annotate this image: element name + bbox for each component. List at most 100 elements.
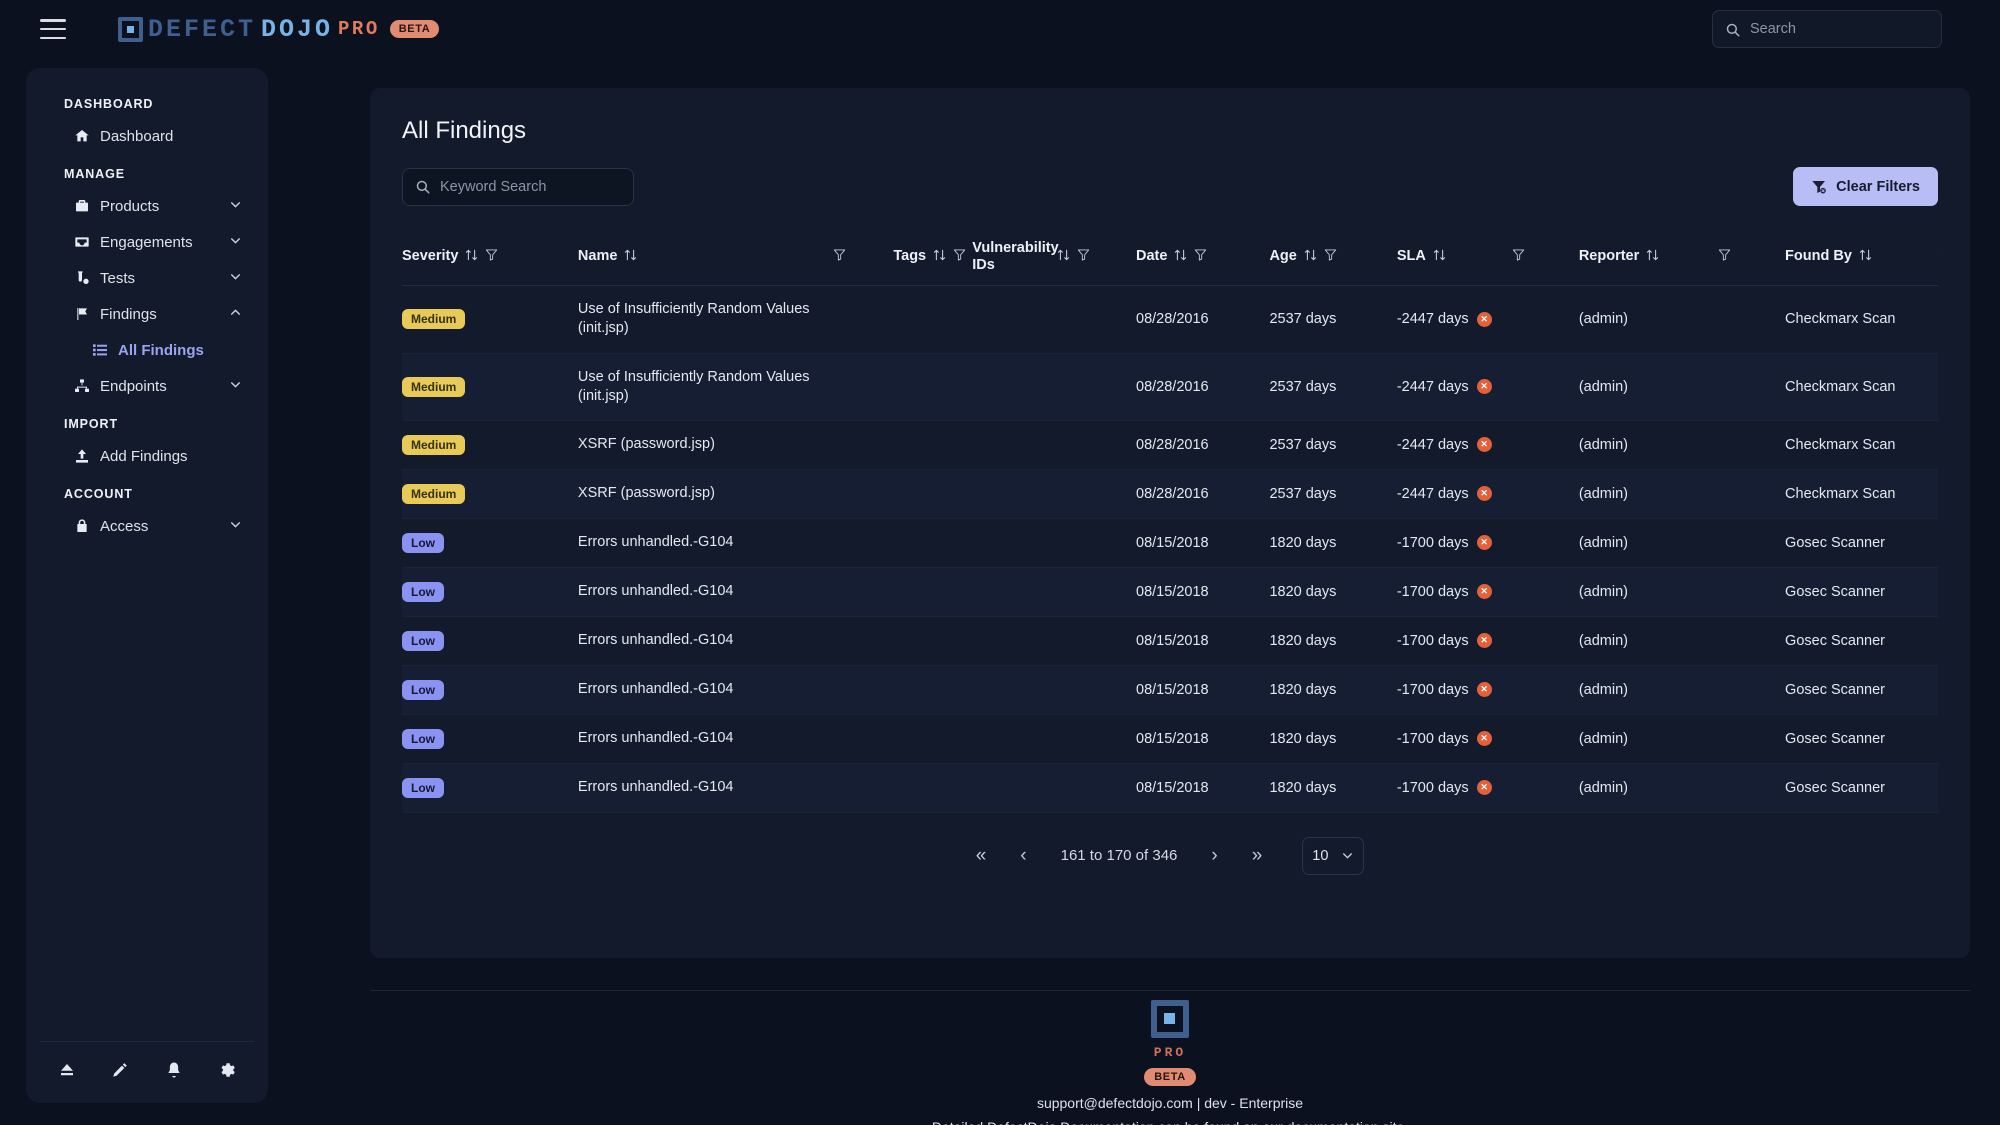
sidebar-item-endpoints[interactable]: Endpoints xyxy=(26,368,268,404)
column-header-sla-filter[interactable] xyxy=(1512,228,1579,286)
filter-icon[interactable] xyxy=(1512,248,1525,265)
filter-icon[interactable] xyxy=(1077,248,1090,265)
sort-icon[interactable] xyxy=(1174,248,1187,266)
column-header-date[interactable]: Date xyxy=(1136,228,1269,286)
column-header-found-by[interactable]: Found By xyxy=(1785,228,1937,286)
gear-icon[interactable] xyxy=(218,1061,236,1084)
sidebar-item-all-findings[interactable]: All Findings xyxy=(26,332,268,368)
cell-name[interactable]: Errors unhandled.-G104 xyxy=(578,714,833,763)
column-label: Severity xyxy=(402,248,458,265)
table-row[interactable]: MediumXSRF (password.jsp)08/28/20162537 … xyxy=(402,420,1938,469)
sort-icon[interactable] xyxy=(1304,248,1317,266)
column-header-name[interactable]: Name xyxy=(578,228,833,286)
sidebar-item-label: Findings xyxy=(100,306,157,323)
table-row[interactable]: MediumXSRF (password.jsp)08/28/20162537 … xyxy=(402,469,1938,518)
sort-icon[interactable] xyxy=(1057,248,1070,266)
keyword-search-input[interactable]: Keyword Search xyxy=(402,168,634,206)
cell-tags xyxy=(893,518,972,567)
column-header-reporter-filter[interactable] xyxy=(1718,228,1785,286)
cell-name[interactable]: Use of Insufficiently Random Values (ini… xyxy=(578,286,833,353)
sidebar-item-dashboard[interactable]: Dashboard xyxy=(26,118,268,154)
lock-icon xyxy=(74,518,96,534)
filter-icon[interactable] xyxy=(953,248,966,265)
cell-vulnerability-ids xyxy=(972,763,1136,812)
cell-age: 1820 days xyxy=(1269,763,1396,812)
cell-name[interactable]: XSRF (password.jsp) xyxy=(578,420,833,469)
column-header-reporter[interactable]: Reporter xyxy=(1579,228,1719,286)
table-row[interactable]: LowErrors unhandled.-G10408/15/20181820 … xyxy=(402,567,1938,616)
sort-icon[interactable] xyxy=(1433,248,1446,266)
cell-sla: -2447 days✕ xyxy=(1397,420,1579,469)
chevron-down-icon[interactable] xyxy=(229,518,242,534)
bell-icon[interactable] xyxy=(165,1061,183,1084)
severity-badge: Low xyxy=(402,631,444,651)
pagination-last-button[interactable]: » xyxy=(1252,846,1263,865)
cell-name[interactable]: Errors unhandled.-G104 xyxy=(578,567,833,616)
sidebar-item-findings[interactable]: Findings xyxy=(26,296,268,332)
column-header-age[interactable]: Age xyxy=(1269,228,1396,286)
sort-icon[interactable] xyxy=(624,248,637,266)
chevron-down-icon[interactable] xyxy=(229,234,242,250)
global-search-input[interactable]: Search xyxy=(1712,10,1942,48)
filter-icon[interactable] xyxy=(1324,248,1337,265)
sidebar-item-access[interactable]: Access xyxy=(26,508,268,544)
pagination-next-button[interactable]: › xyxy=(1211,846,1217,865)
page-size-select[interactable]: 10 xyxy=(1302,837,1364,875)
column-header-sla[interactable]: SLA xyxy=(1397,228,1512,286)
cell-name[interactable]: XSRF (password.jsp) xyxy=(578,469,833,518)
cell-found-by: Gosec Scanner xyxy=(1785,714,1938,763)
sidebar-item-label: Add Findings xyxy=(100,448,188,465)
column-header-tags[interactable]: Tags xyxy=(893,228,972,286)
table-row[interactable]: LowErrors unhandled.-G10408/15/20181820 … xyxy=(402,616,1938,665)
table-row[interactable]: LowErrors unhandled.-G10408/15/20181820 … xyxy=(402,518,1938,567)
clear-filters-button[interactable]: Clear Filters xyxy=(1793,167,1938,206)
pencil-icon[interactable] xyxy=(111,1061,129,1084)
inbox-icon xyxy=(74,234,96,250)
sort-icon[interactable] xyxy=(1859,248,1872,266)
sort-icon[interactable] xyxy=(933,248,946,266)
table-row[interactable]: MediumUse of Insufficiently Random Value… xyxy=(402,353,1938,420)
column-header-severity[interactable]: Severity xyxy=(402,228,578,286)
sidebar-item-add-findings[interactable]: Add Findings xyxy=(26,438,268,474)
chevron-down-icon[interactable] xyxy=(229,378,242,394)
column-header-found-by-filter[interactable] xyxy=(1937,228,1938,286)
cell-age: 1820 days xyxy=(1269,616,1396,665)
cell-sla: -1700 days✕ xyxy=(1397,616,1579,665)
home-icon xyxy=(74,128,96,144)
sidebar-item-engagements[interactable]: Engagements xyxy=(26,224,268,260)
cell-name[interactable]: Errors unhandled.-G104 xyxy=(578,763,833,812)
pagination-first-button[interactable]: « xyxy=(976,846,987,865)
cell-tags xyxy=(893,420,972,469)
filter-icon[interactable] xyxy=(1194,248,1207,265)
filter-icon[interactable] xyxy=(1718,248,1731,265)
cell-name[interactable]: Errors unhandled.-G104 xyxy=(578,665,833,714)
cell-name-spacer xyxy=(833,286,894,353)
table-row[interactable]: LowErrors unhandled.-G10408/15/20181820 … xyxy=(402,714,1938,763)
findings-panel: All Findings Keyword Search Clear Filter… xyxy=(370,88,1970,958)
column-header-vulnerability-ids[interactable]: Vulnerability IDs xyxy=(972,228,1136,286)
table-row[interactable]: MediumUse of Insufficiently Random Value… xyxy=(402,286,1938,353)
chevron-down-icon[interactable] xyxy=(229,270,242,286)
sidebar-item-products[interactable]: Products xyxy=(26,188,268,224)
sidebar-item-tests[interactable]: Tests xyxy=(26,260,268,296)
chevron-up-icon[interactable] xyxy=(229,306,242,322)
cell-name[interactable]: Errors unhandled.-G104 xyxy=(578,616,833,665)
filter-icon[interactable] xyxy=(1937,248,1938,265)
cell-reporter: (admin) xyxy=(1579,518,1785,567)
sort-icon[interactable] xyxy=(465,248,478,266)
column-header-name-filter[interactable] xyxy=(833,228,894,286)
filter-icon[interactable] xyxy=(485,248,498,265)
pagination-prev-button[interactable]: ‹ xyxy=(1020,846,1026,865)
sidebar-item-label: All Findings xyxy=(118,342,204,359)
table-row[interactable]: LowErrors unhandled.-G10408/15/20181820 … xyxy=(402,665,1938,714)
cell-vulnerability-ids xyxy=(972,420,1136,469)
cell-name[interactable]: Use of Insufficiently Random Values (ini… xyxy=(578,353,833,420)
cell-name[interactable]: Errors unhandled.-G104 xyxy=(578,518,833,567)
chevron-down-icon[interactable] xyxy=(229,198,242,214)
sla-breach-icon: ✕ xyxy=(1477,682,1492,697)
table-row[interactable]: LowErrors unhandled.-G10408/15/20181820 … xyxy=(402,763,1938,812)
eject-icon[interactable] xyxy=(58,1061,76,1084)
hamburger-icon[interactable] xyxy=(40,19,66,39)
filter-icon[interactable] xyxy=(833,248,846,265)
sort-icon[interactable] xyxy=(1646,248,1659,266)
